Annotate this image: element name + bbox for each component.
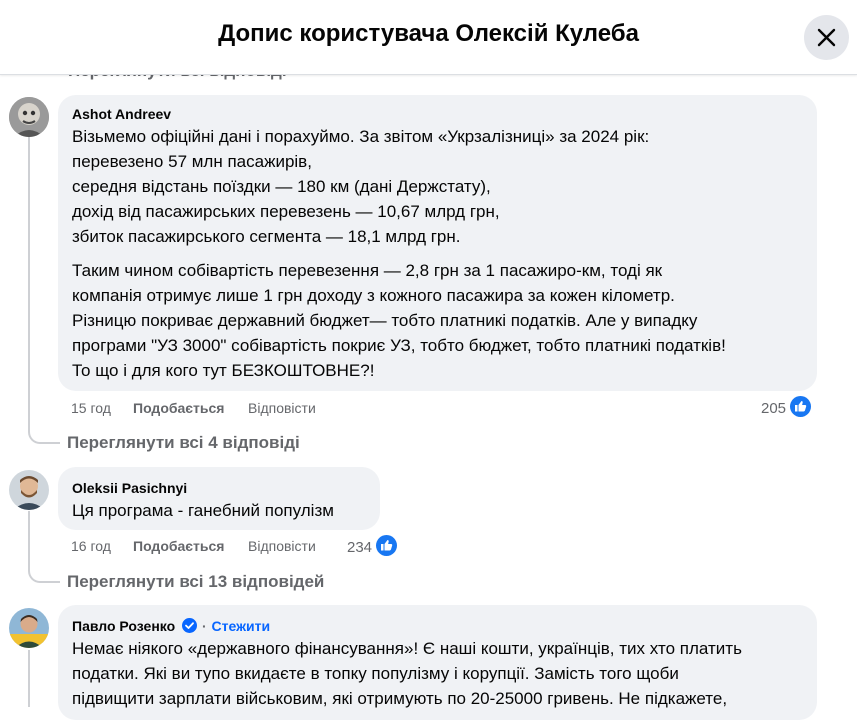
view-replies-link[interactable]: Переглянути всі 13 відповідей	[67, 572, 324, 592]
like-reaction-icon	[376, 535, 397, 556]
avatar-face-icon	[9, 608, 49, 648]
like-reaction-icon	[790, 396, 811, 417]
comment-timestamp[interactable]: 16 год	[71, 538, 111, 554]
follow-button[interactable]: Стежити	[212, 618, 271, 634]
avatar-ashot[interactable]	[9, 97, 49, 137]
dialog-title: Допис користувача Олексій Кулеба	[218, 20, 639, 47]
reaction-count[interactable]: 205	[761, 400, 786, 417]
avatar-face-icon	[9, 470, 49, 510]
reply-button[interactable]: Відповісти	[248, 538, 316, 554]
comment-bubble: Павло Розенко · Стежити Немає ніякого «д…	[58, 605, 817, 720]
avatar-oleksii[interactable]	[9, 470, 49, 510]
view-replies-link[interactable]: Переглянути всі 4 відповіді	[67, 433, 300, 453]
comment-line: збиток пасажирського сегмента — 18,1 млр…	[72, 227, 461, 246]
author-name[interactable]: Павло Розенко	[72, 618, 175, 634]
separator-dot: ·	[201, 618, 207, 634]
reaction-count[interactable]: 234	[347, 539, 372, 556]
post-dialog-header: Допис користувача Олексій Кулеба	[0, 0, 857, 75]
thread-line	[28, 511, 60, 583]
comment-author[interactable]: Павло Розенко · Стежити	[72, 618, 270, 634]
comment-line: Різницю покриває державний бюджет— тобто…	[72, 311, 698, 330]
avatar-pavlo[interactable]	[9, 608, 49, 648]
comment-bubble: Ashot Andreev Візьмемо офіційні дані і п…	[58, 95, 817, 391]
comment-text: Ця програма - ганебний популізм	[72, 501, 334, 520]
avatar-face-icon	[9, 97, 49, 137]
comment-line: підвищити зарплати військовим, які отрим…	[72, 689, 728, 708]
like-button[interactable]: Подобається	[133, 538, 224, 554]
reply-button[interactable]: Відповісти	[248, 400, 316, 416]
close-icon	[817, 28, 836, 47]
comment-line: програми "УЗ 3000" собівартість покриє У…	[72, 336, 726, 355]
comment-line: податки. Які ви тупо вкидаєте в топку по…	[72, 664, 679, 683]
comment-line: середня відстань поїздки — 180 км (дані …	[72, 177, 491, 196]
comment-timestamp[interactable]: 15 год	[71, 400, 111, 416]
close-button[interactable]	[804, 15, 849, 60]
comment-line: Немає ніякого «державного фінансування»!…	[72, 639, 742, 658]
comment-author[interactable]: Ashot Andreev	[72, 106, 171, 122]
comment-line: дохід від пасажирських перевезень — 10,6…	[72, 202, 500, 221]
comment-line: перевезено 57 млн пасажирів,	[72, 152, 312, 171]
comment-line: Таким чином собівартість перевезення — 2…	[72, 261, 663, 280]
comment-line: То що і для кого тут БЕЗКОШТОВНЕ?!	[72, 361, 375, 380]
comment-author[interactable]: Oleksii Pasichnyi	[72, 480, 187, 496]
thread-line	[28, 650, 30, 707]
verified-badge-icon	[182, 618, 198, 633]
comment-line: Візьмемо офіційні дані і порахуймо. За з…	[72, 127, 650, 146]
comment-bubble: Oleksii Pasichnyi Ця програма - ганебний…	[58, 467, 380, 530]
thread-line	[28, 137, 60, 444]
like-button[interactable]: Подобається	[133, 400, 224, 416]
comment-line: компанія отримує лише 1 грн доходу з кож…	[72, 286, 675, 305]
